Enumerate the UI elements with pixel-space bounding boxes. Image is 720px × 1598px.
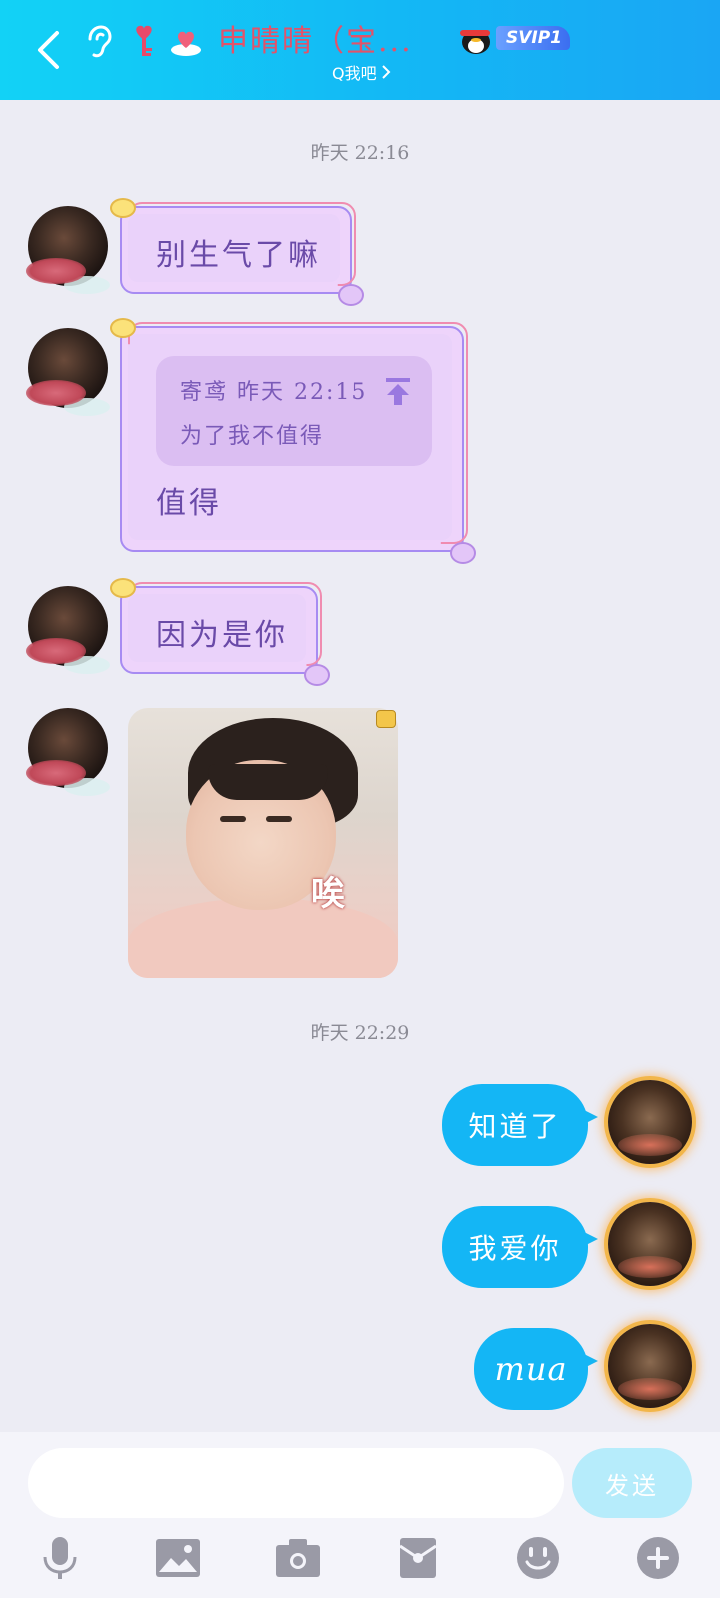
avatar[interactable]	[608, 1080, 692, 1164]
heart-decoration-icon	[338, 284, 364, 306]
avatar[interactable]	[26, 708, 110, 796]
heart-decoration-icon	[110, 318, 136, 338]
heart-cup-icon[interactable]	[168, 24, 204, 60]
red-packet-icon[interactable]	[394, 1534, 442, 1582]
message-bubble[interactable]: 我爱你	[442, 1206, 598, 1288]
message-bubble[interactable]: 寄鸢 昨天 22:15 为了我不值得 值得	[110, 318, 476, 564]
timestamp: 昨天 22:16	[310, 142, 410, 164]
chat-header: 申晴晴（宝... Q我吧 SVIP1	[0, 0, 720, 100]
key-heart-icon[interactable]	[126, 24, 162, 60]
sticker-caption: 唉	[311, 874, 345, 914]
message-text: 值得	[156, 486, 222, 521]
back-button[interactable]	[28, 26, 68, 74]
heart-decoration-icon	[110, 578, 136, 598]
svip-label: SVIP1	[496, 26, 571, 50]
message-text: 因为是你	[156, 618, 288, 653]
chevron-left-icon	[38, 31, 59, 69]
message-text: 我爱你	[468, 1232, 562, 1265]
heart-decoration-icon	[110, 198, 136, 218]
message-text: 别生气了嘛	[156, 238, 321, 273]
subtitle-label: Q我吧	[332, 64, 377, 83]
avatar[interactable]	[608, 1324, 692, 1408]
penguin-icon	[460, 30, 490, 54]
microphone-icon[interactable]	[36, 1534, 84, 1582]
heart-decoration-icon	[450, 542, 476, 564]
jump-to-top-icon[interactable]	[384, 376, 412, 406]
message-bubble[interactable]: 因为是你	[110, 578, 330, 686]
avatar[interactable]	[26, 586, 110, 674]
message-bubble[interactable]: 知道了	[442, 1084, 598, 1166]
svip-badge[interactable]: SVIP1	[456, 24, 571, 54]
ear-icon[interactable]	[80, 24, 116, 60]
composer: 发送	[0, 1432, 720, 1598]
plus-icon[interactable]	[634, 1534, 682, 1582]
emoji-icon[interactable]	[514, 1534, 562, 1582]
timestamp: 昨天 22:29	[310, 1022, 410, 1044]
avatar[interactable]	[26, 328, 110, 416]
avatar[interactable]	[608, 1202, 692, 1286]
chevron-right-icon	[381, 65, 391, 79]
quote-meta: 寄鸢 昨天 22:15	[180, 380, 368, 405]
message-bubble[interactable]: mua	[474, 1328, 598, 1410]
heart-decoration-icon	[304, 664, 330, 686]
camera-icon[interactable]	[274, 1534, 322, 1582]
sticker-image[interactable]: 唉	[128, 708, 398, 978]
avatar[interactable]	[26, 206, 110, 294]
message-text: mua	[494, 1350, 568, 1388]
message-text: 知道了	[468, 1110, 562, 1143]
quoted-message[interactable]: 寄鸢 昨天 22:15 为了我不值得	[156, 356, 432, 466]
message-bubble[interactable]: 别生气了嘛	[110, 198, 364, 306]
image-icon[interactable]	[154, 1534, 202, 1582]
send-button[interactable]: 发送	[572, 1448, 692, 1518]
chat-title[interactable]: 申晴晴（宝...	[218, 16, 413, 60]
message-input[interactable]	[28, 1448, 564, 1518]
quote-text: 为了我不值得	[180, 424, 325, 449]
sticker-badge-icon	[376, 710, 396, 728]
chat-subtitle[interactable]: Q我吧	[332, 60, 391, 84]
